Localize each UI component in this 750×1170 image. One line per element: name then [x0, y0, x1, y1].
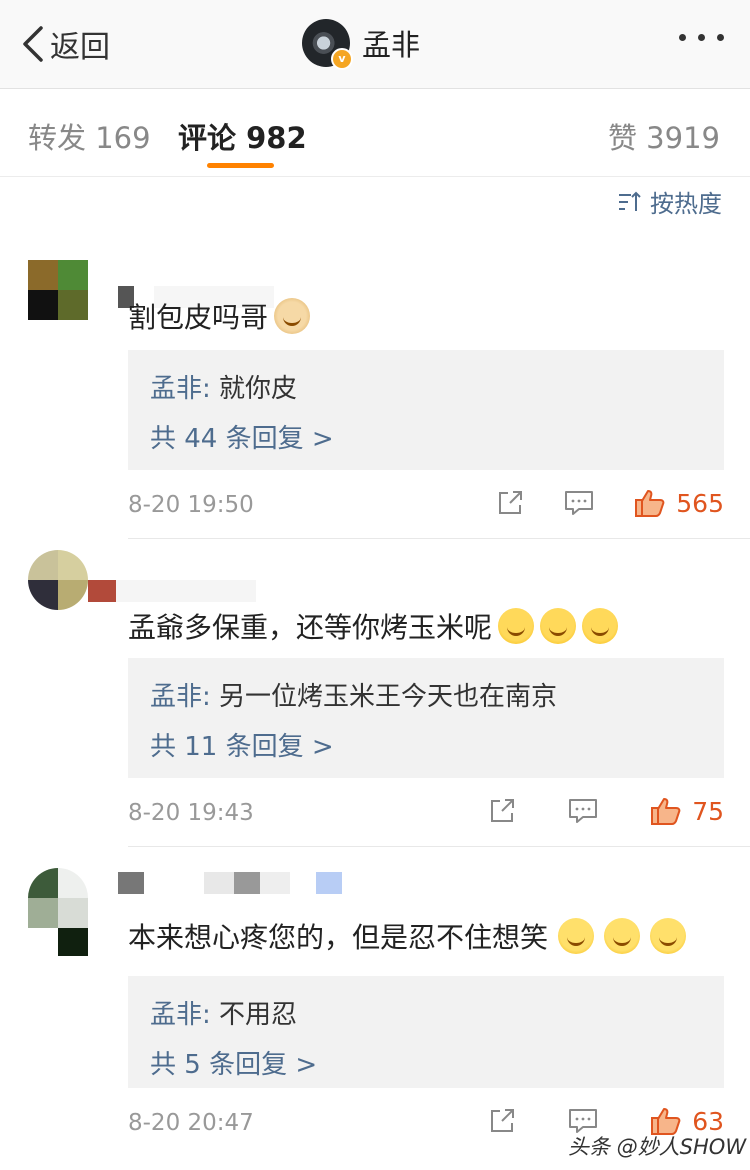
comment-icon — [565, 491, 594, 515]
view-replies-link[interactable]: 共 11 条回复 > — [150, 726, 334, 763]
comment-time: 8-20 20:47 — [128, 1110, 254, 1136]
comment-time: 8-20 19:43 — [128, 800, 254, 826]
comment-icon — [569, 799, 598, 823]
comment-text-row: 割包皮吗哥 — [128, 296, 311, 336]
share-button[interactable] — [488, 797, 516, 825]
reply-button[interactable] — [564, 489, 594, 517]
sort-label: 按热度 — [650, 190, 722, 218]
reply-preview-box[interactable]: 孟非: 另一位烤玉米王今天也在南京 共 11 条回复 > — [128, 658, 724, 778]
smile-emoji-icon — [604, 918, 641, 954]
avatar[interactable] — [28, 868, 88, 928]
laughing-tears-emoji-icon — [582, 608, 619, 644]
comment-time: 8-20 19:50 — [128, 492, 254, 518]
page-title: 孟非 — [362, 28, 421, 62]
like-count: 565 — [676, 488, 724, 518]
comment-actions: 565 — [496, 488, 724, 518]
back-label: 返回 — [50, 30, 110, 65]
avatar[interactable] — [28, 550, 88, 610]
divider — [128, 538, 750, 539]
avatar[interactable] — [28, 260, 88, 320]
share-icon — [499, 491, 523, 514]
comment-text-row: 孟爺多保重，还等你烤玉米呢 — [128, 606, 619, 646]
reply-author[interactable]: 孟非: — [150, 1000, 211, 1030]
dot-icon — [698, 34, 705, 41]
smile-emoji-icon — [558, 918, 595, 954]
back-button[interactable]: 返回 — [22, 22, 110, 66]
dot-icon — [717, 34, 724, 41]
more-options-button[interactable] — [679, 34, 724, 41]
comment-actions: 75 — [488, 796, 724, 826]
avatar[interactable]: v — [302, 19, 353, 70]
reply-author[interactable]: 孟非: — [150, 682, 211, 712]
like-button[interactable]: 565 — [634, 488, 724, 518]
laughing-tears-emoji-icon — [498, 608, 535, 644]
smile-emoji-icon — [650, 918, 687, 954]
verified-badge-icon: v — [331, 48, 353, 70]
reply-author[interactable]: 孟非: — [150, 374, 211, 404]
sort-icon — [619, 191, 641, 211]
comment-text: 孟爺多保重，还等你烤玉米呢 — [128, 611, 493, 644]
comment-text: 割包皮吗哥 — [128, 301, 269, 334]
share-button[interactable] — [488, 1107, 516, 1135]
laughing-tears-emoji-icon — [540, 608, 577, 644]
reply-preview-box[interactable]: 孟非: 不用忍 共 5 条回复 > — [128, 976, 724, 1088]
share-icon — [491, 1109, 515, 1132]
reply-text: 就你皮 — [210, 374, 298, 404]
like-button[interactable]: 75 — [650, 796, 724, 826]
like-count: 75 — [692, 796, 724, 826]
divider — [128, 846, 750, 847]
reply-text: 另一位烤玉米王今天也在南京 — [210, 682, 558, 712]
avatar-fragment — [58, 928, 88, 956]
reply-button[interactable] — [568, 797, 598, 825]
reply-preview-box[interactable]: 孟非: 就你皮 共 44 条回复 > — [128, 350, 724, 470]
active-tab-indicator — [207, 163, 274, 168]
dot-icon — [679, 34, 686, 41]
view-replies-link[interactable]: 共 5 条回复 > — [150, 1044, 317, 1081]
watermark: 头条 @妙人SHOW — [568, 1135, 747, 1159]
top-nav-bar: 返回 v 孟非 — [0, 0, 750, 89]
share-button[interactable] — [496, 489, 524, 517]
profile-header[interactable]: v 孟非 — [302, 19, 421, 70]
tab-like[interactable]: 赞 3919 — [608, 115, 720, 157]
username-obscured[interactable] — [88, 580, 256, 604]
tab-repost[interactable]: 转发 169 — [28, 115, 151, 157]
reply-preview: 孟非: 就你皮 — [150, 368, 297, 405]
reply-text: 不用忍 — [210, 1000, 298, 1030]
tab-bar: 转发 169 评论 982 赞 3919 — [0, 89, 750, 177]
thumbs-up-icon — [651, 798, 681, 825]
doge-emoji-icon — [274, 298, 311, 334]
view-replies-link[interactable]: 共 44 条回复 > — [150, 418, 334, 455]
sort-by-hot-button[interactable]: 按热度 — [618, 184, 722, 219]
share-icon — [491, 799, 515, 822]
comment-text: 本来想心疼您的，但是忍不住想笑 — [128, 921, 549, 954]
thumbs-up-icon — [635, 490, 665, 517]
reply-preview: 孟非: 不用忍 — [150, 994, 297, 1031]
username-obscured[interactable] — [118, 872, 342, 896]
chevron-left-icon — [23, 26, 43, 62]
tab-comment[interactable]: 评论 982 — [178, 115, 307, 157]
comment-text-row: 本来想心疼您的，但是忍不住想笑 — [128, 916, 687, 956]
reply-preview: 孟非: 另一位烤玉米王今天也在南京 — [150, 676, 557, 713]
